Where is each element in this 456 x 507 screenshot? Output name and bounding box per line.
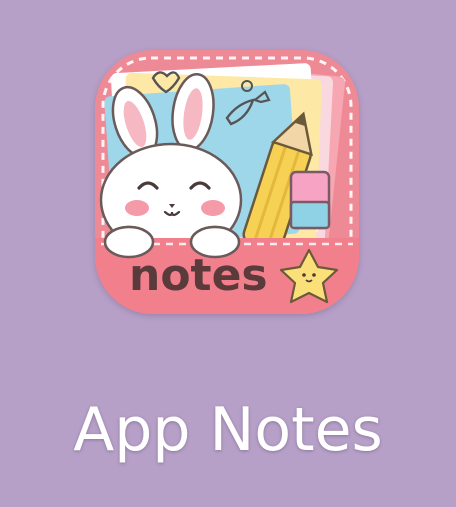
- eraser-icon: [289, 170, 331, 230]
- launcher-app-cell[interactable]: notes App Notes: [0, 0, 456, 507]
- app-notes-icon[interactable]: notes: [95, 50, 359, 314]
- icon-word-text: notes: [129, 250, 268, 301]
- app-label: App Notes: [73, 395, 383, 465]
